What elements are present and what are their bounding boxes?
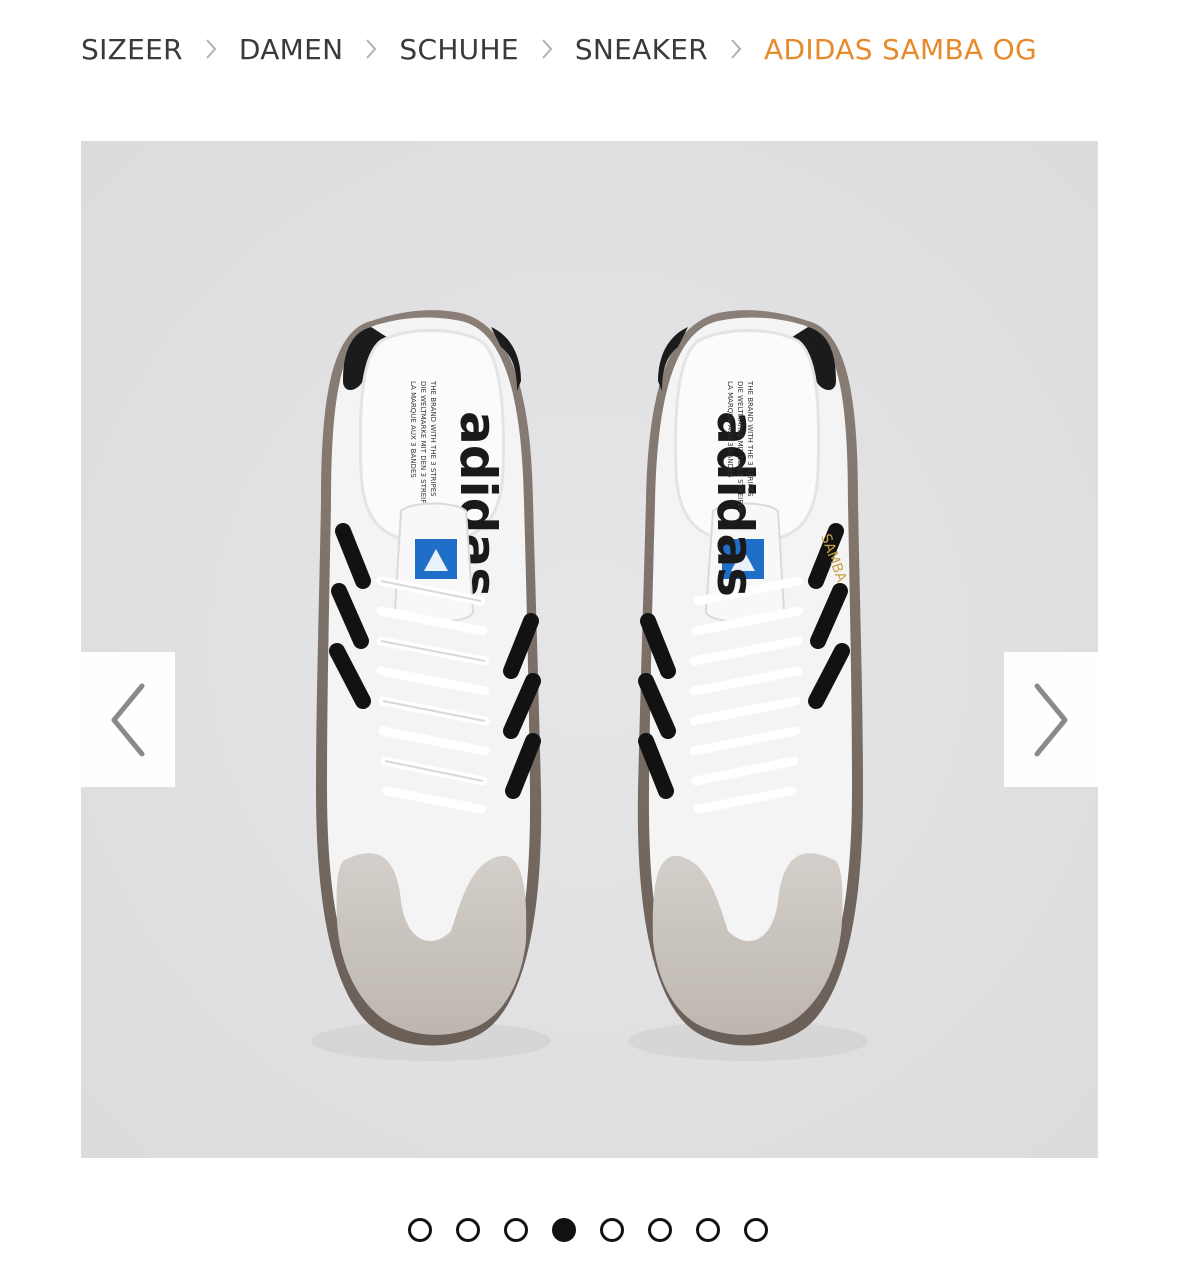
svg-text:adidas: adidas	[706, 411, 764, 597]
gallery-pagination	[408, 1218, 768, 1242]
product-page: SIZEER DAMEN SCHUHE SNEAKER ADIDAS SAMBA…	[0, 0, 1179, 1261]
pagination-dot[interactable]	[744, 1218, 768, 1242]
previous-image-button[interactable]	[81, 652, 175, 787]
breadcrumb-item-schuhe[interactable]: SCHUHE	[399, 33, 518, 66]
breadcrumb-item-sneaker[interactable]: SNEAKER	[575, 33, 708, 66]
pagination-dot[interactable]	[696, 1218, 720, 1242]
svg-text:LA MARQUE AUX 3 BANDES: LA MARQUE AUX 3 BANDES	[726, 381, 734, 478]
pagination-dot[interactable]	[552, 1218, 576, 1242]
chevron-right-icon	[1034, 683, 1068, 756]
breadcrumb-item-sizeer[interactable]: SIZEER	[81, 33, 183, 66]
svg-text:LA MARQUE AUX 3 BANDES: LA MARQUE AUX 3 BANDES	[409, 381, 417, 478]
svg-text:DIE WELTMARKE MIT DEN 3 STREIF: DIE WELTMARKE MIT DEN 3 STREIFEN	[419, 381, 427, 513]
left-shoe: adidas THE BRAND WITH THE 3 STRIPES DIE …	[311, 310, 551, 1061]
next-image-button[interactable]	[1004, 652, 1098, 787]
svg-text:THE BRAND WITH THE 3 STRIPES: THE BRAND WITH THE 3 STRIPES	[429, 380, 437, 497]
breadcrumb-item-damen[interactable]: DAMEN	[239, 33, 344, 66]
svg-text:DIE WELTMARKE MIT DEN 3 STREIF: DIE WELTMARKE MIT DEN 3 STREIFEN	[736, 381, 744, 513]
breadcrumb-current: ADIDAS SAMBA OG	[764, 32, 1037, 66]
breadcrumb: SIZEER DAMEN SCHUHE SNEAKER ADIDAS SAMBA…	[81, 28, 1037, 70]
chevron-left-icon	[111, 683, 145, 756]
chevron-right-icon	[519, 38, 575, 60]
svg-text:THE BRAND WITH THE 3 STRIPES: THE BRAND WITH THE 3 STRIPES	[746, 380, 754, 497]
pagination-dot[interactable]	[648, 1218, 672, 1242]
chevron-right-icon	[343, 38, 399, 60]
pagination-dot[interactable]	[408, 1218, 432, 1242]
pagination-dot[interactable]	[504, 1218, 528, 1242]
chevron-right-icon	[708, 38, 764, 60]
product-gallery: adidas THE BRAND WITH THE 3 STRIPES DIE …	[81, 141, 1098, 1158]
pagination-dot[interactable]	[456, 1218, 480, 1242]
product-image[interactable]: adidas THE BRAND WITH THE 3 STRIPES DIE …	[81, 141, 1098, 1158]
chevron-right-icon	[183, 38, 239, 60]
pagination-dot[interactable]	[600, 1218, 624, 1242]
